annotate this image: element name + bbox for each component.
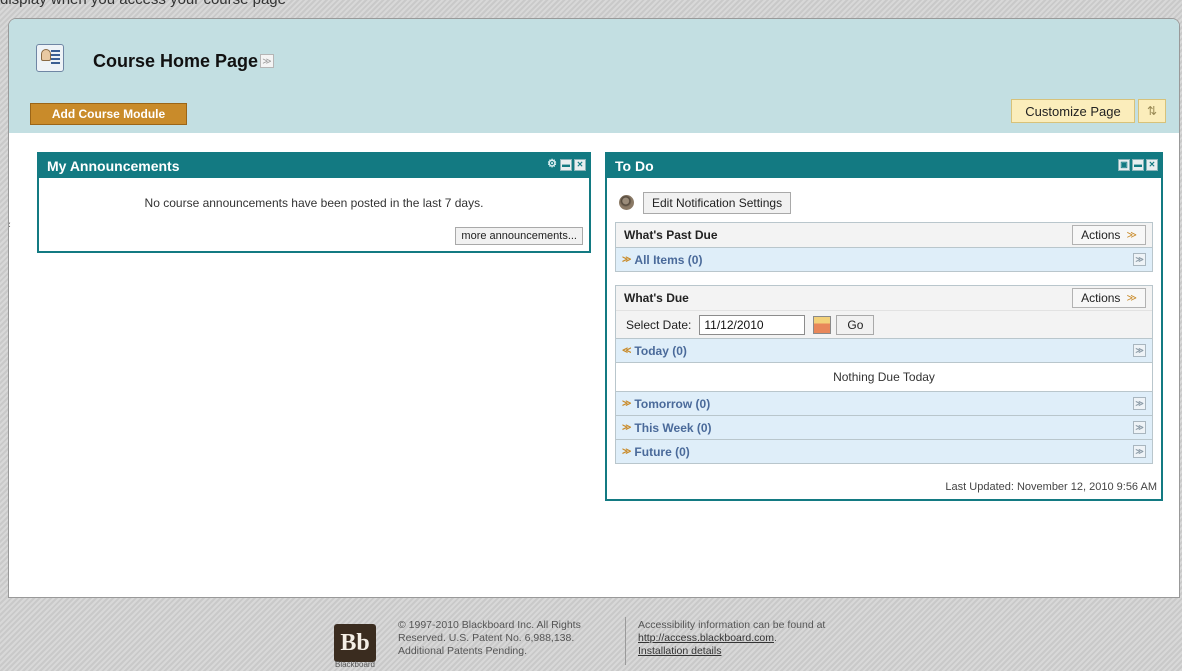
- go-button[interactable]: Go: [836, 314, 875, 335]
- toggle-icon[interactable]: ≫: [1133, 397, 1146, 410]
- module-header: To Do ▣ ▬ ✕: [607, 154, 1161, 178]
- customize-page-button[interactable]: Customize Page: [1011, 99, 1135, 123]
- actions-button[interactable]: Actions ≫: [1072, 288, 1146, 308]
- chevron-down-icon[interactable]: ≫: [260, 54, 274, 68]
- add-course-module-button[interactable]: Add Course Module: [30, 103, 187, 125]
- select-date-label: Select Date:: [626, 317, 692, 332]
- close-icon[interactable]: ✕: [574, 159, 586, 171]
- screenshot-caption: display when you access your course page: [0, 0, 286, 8]
- module-controls: ▣ ▬ ✕: [1118, 159, 1158, 171]
- list-item[interactable]: ≫ Future (0) ≫: [616, 439, 1152, 463]
- list-item-label: Future (0): [634, 444, 690, 459]
- toggle-icon[interactable]: ≫: [1133, 445, 1146, 458]
- list-item[interactable]: ≫ This Week (0) ≫: [616, 415, 1152, 439]
- course-page-frame: Course Home Page ≫ Add Course Module Cus…: [8, 18, 1180, 598]
- accessibility-text: Accessibility information can be found a…: [638, 619, 826, 631]
- toggle-icon[interactable]: ≫: [1133, 344, 1146, 357]
- footer-divider: [625, 617, 626, 665]
- collapse-icon: ≪: [622, 345, 632, 355]
- module-title: My Announcements: [47, 158, 180, 174]
- actions-button[interactable]: Actions ≫: [1072, 225, 1146, 245]
- todo-module: To Do ▣ ▬ ✕ Edit Notification Settings W…: [605, 152, 1163, 501]
- nothing-due-text: Nothing Due Today: [616, 362, 1152, 391]
- more-announcements-button[interactable]: more announcements...: [455, 227, 583, 245]
- notification-icon: [617, 194, 637, 212]
- actions-label: Actions: [1081, 291, 1121, 305]
- text-lines-icon: [51, 50, 60, 66]
- module-header: My Announcements ⚙ ▬ ✕: [39, 154, 589, 178]
- page-title: Course Home Page: [93, 51, 259, 71]
- page-header: Course Home Page ≫ Add Course Module Cus…: [9, 19, 1179, 133]
- course-page-icon: [36, 44, 64, 72]
- close-icon[interactable]: ✕: [1146, 159, 1158, 171]
- avatar-icon: [41, 49, 51, 61]
- last-updated-text: Last Updated: November 12, 2010 9:56 AM: [945, 481, 1157, 493]
- date-input[interactable]: [699, 314, 806, 335]
- installation-details-link[interactable]: Installation details: [638, 645, 721, 657]
- group-title: What's Past Due: [624, 228, 718, 242]
- copyright-text: © 1997-2010 Blackboard Inc. All Rights R…: [398, 619, 581, 657]
- list-item-label: Today (0): [634, 343, 687, 358]
- expand-icon: ≫: [622, 422, 632, 432]
- blackboard-logo: Bb: [334, 624, 376, 662]
- minimize-icon[interactable]: ▬: [560, 159, 572, 171]
- list-item-label: All Items (0): [634, 252, 703, 267]
- accessibility-info: Accessibility information can be found a…: [638, 619, 898, 658]
- blackboard-logo-label: Blackboard: [334, 660, 376, 669]
- list-item-label: This Week (0): [634, 420, 712, 435]
- group-title: What's Due: [624, 291, 689, 305]
- whats-due-group: What's Due Actions ≫ Select Date: Go ≪ T…: [615, 285, 1153, 464]
- minimize-icon[interactable]: ▬: [1132, 159, 1144, 171]
- notification-row: Edit Notification Settings: [617, 192, 792, 214]
- expand-icon: ≫: [622, 398, 632, 408]
- window-icon[interactable]: ▣: [1118, 159, 1130, 171]
- select-date-row: Select Date: Go: [616, 310, 1152, 338]
- calendar-icon[interactable]: [813, 315, 832, 334]
- expand-icon: ≫: [622, 446, 632, 456]
- toggle-icon[interactable]: ≫: [1133, 253, 1146, 266]
- announcements-module: My Announcements ⚙ ▬ ✕ No course announc…: [37, 152, 591, 253]
- announcements-empty-text: No course announcements have been posted…: [144, 196, 484, 210]
- reorder-icon[interactable]: ⇅: [1138, 99, 1166, 123]
- group-header: What's Past Due Actions ≫: [616, 223, 1152, 247]
- accessibility-link[interactable]: http://access.blackboard.com: [638, 632, 774, 644]
- toggle-icon[interactable]: ≫: [1133, 421, 1146, 434]
- list-item-label: Tomorrow (0): [634, 396, 711, 411]
- gear-icon[interactable]: ⚙: [546, 159, 558, 171]
- past-due-group: What's Past Due Actions ≫ ≫ All Items (0…: [615, 222, 1153, 272]
- expand-icon: ≫: [622, 254, 632, 264]
- list-item[interactable]: ≫ Tomorrow (0) ≫: [616, 391, 1152, 415]
- chevron-down-icon: ≫: [1126, 292, 1137, 304]
- list-item[interactable]: ≪ Today (0) ≫: [616, 338, 1152, 362]
- list-item[interactable]: ≫ All Items (0) ≫: [616, 247, 1152, 271]
- collapse-sidebar-icon[interactable]: ‹: [9, 219, 13, 233]
- module-controls: ⚙ ▬ ✕: [546, 159, 586, 171]
- edit-notification-settings-button[interactable]: Edit Notification Settings: [643, 192, 792, 214]
- group-header: What's Due Actions ≫: [616, 286, 1152, 310]
- actions-label: Actions: [1081, 228, 1121, 242]
- module-title: To Do: [615, 158, 654, 174]
- chevron-down-icon: ≫: [1126, 229, 1137, 241]
